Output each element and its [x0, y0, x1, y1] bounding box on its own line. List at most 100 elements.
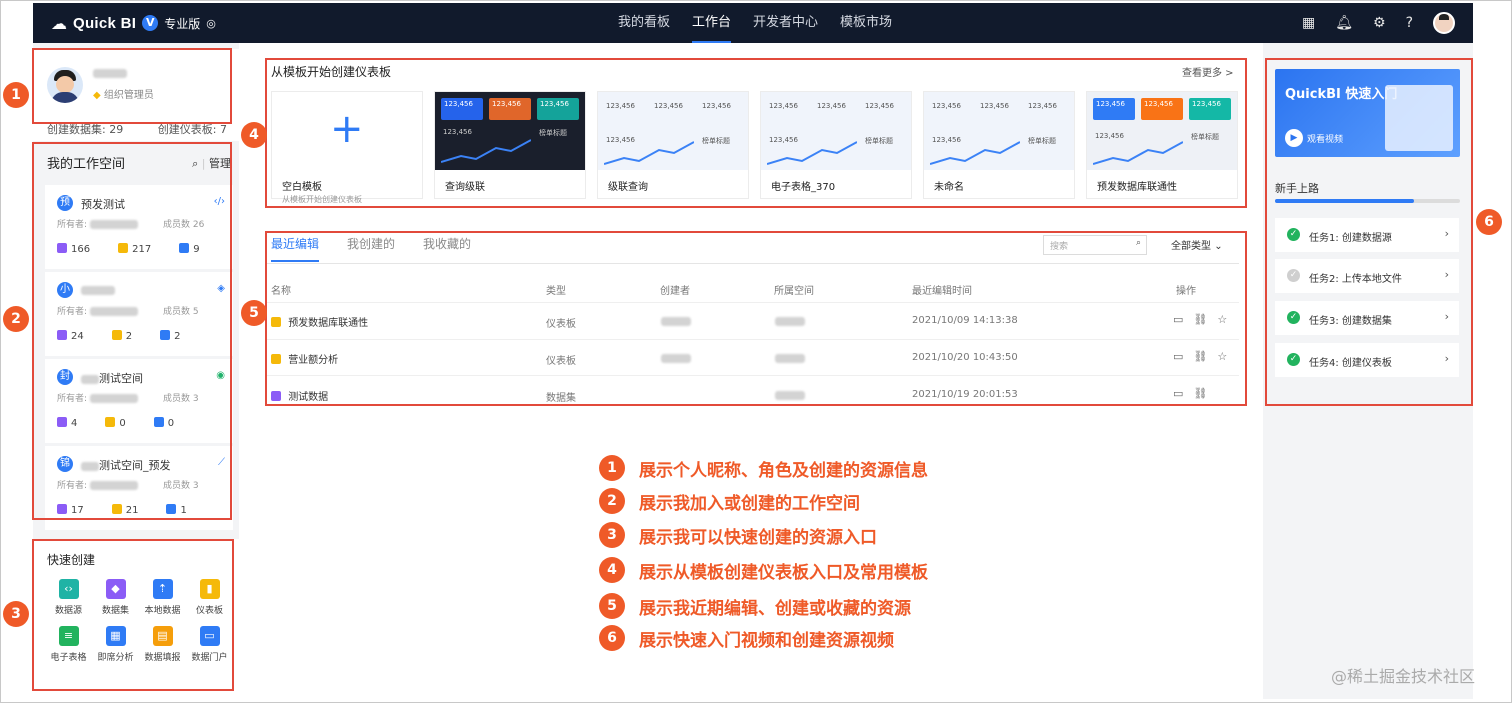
preview-icon[interactable]: ▭: [1173, 313, 1183, 326]
quick-create-dataset[interactable]: ◆ 数据集: [92, 579, 139, 616]
template-card[interactable]: 123,456 123,456 123,456 123,456 榜单标题 级联查…: [597, 91, 749, 199]
view-more-link[interactable]: 查看更多 >: [1182, 64, 1234, 79]
members-label: 成员数: [163, 481, 191, 491]
thumb-tile: 123,456: [441, 98, 483, 120]
nav-my-boards[interactable]: 我的看板: [618, 3, 670, 43]
table-row-name[interactable]: 预发数据库联通性: [271, 314, 368, 329]
tab-recent-edit[interactable]: 最近编辑: [271, 235, 320, 262]
row-time: 2021/10/20 10:43:50: [912, 352, 1018, 363]
right-column: QuickBI 快速入门 ▶ 观看视频 新手上路 ✓ 任务1: 创建数据源 › …: [1263, 43, 1473, 699]
preview-icon[interactable]: ▭: [1173, 387, 1183, 400]
template-card[interactable]: 123,456 123,456 123,456 123,456 榜单标题 未命名: [923, 91, 1075, 199]
chevron-right-icon: ›: [1444, 310, 1449, 323]
dashboard-count-item: 2: [111, 330, 132, 342]
user-avatar[interactable]: [1433, 12, 1455, 34]
members-count: 26: [192, 220, 205, 230]
bar-chart-icon: ▮: [199, 579, 220, 599]
quick-create-adhoc[interactable]: ▦ 即席分析: [92, 626, 139, 663]
row-name: 预发数据库联通性: [288, 318, 369, 329]
bell-icon[interactable]: 🔔︎: [1335, 15, 1353, 31]
quick-create-spreadsheet[interactable]: ≡ 电子表格: [45, 626, 92, 663]
template-card[interactable]: 123,456 123,456 123,456 123,456 榜单标题 查询级…: [434, 91, 586, 199]
quick-create-label: 数据源: [54, 606, 82, 616]
row-type: 仪表板: [546, 356, 576, 367]
star-icon[interactable]: ☆: [1217, 313, 1227, 326]
link-icon[interactable]: ⛓: [1193, 350, 1207, 363]
search-input[interactable]: 搜索 ⌕: [1043, 235, 1147, 255]
quick-create-dashboard[interactable]: ▮ 仪表板: [186, 579, 233, 616]
annotation-marker: 1: [3, 82, 29, 108]
gear-icon[interactable]: ⚙: [1373, 15, 1386, 31]
dataset-count-value: 4: [71, 418, 78, 429]
search-placeholder: 搜索: [1050, 242, 1069, 252]
task-item[interactable]: ✓ 任务1: 创建数据源 ›: [1275, 218, 1459, 252]
quick-create-label: 仪表板: [195, 606, 223, 616]
link-icon[interactable]: ⛓: [1193, 387, 1207, 400]
logo[interactable]: ☁ Quick BI V 专业版 ◎: [51, 11, 216, 35]
owner-row: 所有者:: [57, 304, 138, 317]
members-row: 成员数 3: [163, 478, 199, 491]
workspace-card[interactable]: 锦 测试空间_预发 ⟋ 所有者: 成员数 3 17 21 1: [45, 446, 233, 530]
workspace-card[interactable]: 预 预发测试 ‹/› 所有者: 成员数 26 166 217 9: [45, 185, 233, 269]
brand-name: Quick BI: [73, 14, 137, 32]
chevron-right-icon: ›: [1444, 227, 1449, 240]
quick-create-datasource[interactable]: ‹› 数据源: [45, 579, 92, 616]
portal-icon: [160, 330, 171, 340]
nav-workbench[interactable]: 工作台: [692, 3, 732, 43]
workspace-card[interactable]: 小 ◈ 所有者: 成员数 5 24 2 2: [45, 272, 233, 356]
nav-template-market[interactable]: 模板市场: [840, 3, 892, 43]
template-blank[interactable]: + 空白模板 从模板开始创建仪表板: [271, 91, 423, 204]
screenshot-frame: ☁ Quick BI V 专业版 ◎ 我的看板 工作台 开发者中心 模板市场 ▦…: [0, 0, 1512, 703]
thumb-tile: 123,456: [1093, 98, 1135, 120]
dashboard-count-item: 217: [118, 243, 151, 255]
task-item[interactable]: ✓ 任务2: 上传本地文件 ›: [1275, 259, 1459, 293]
quick-create-form[interactable]: ▤ 数据填报: [139, 626, 186, 663]
dataset-count-item: 4: [57, 417, 77, 429]
template-card[interactable]: 123,456 123,456 123,456 123,456 榜单标题 预发数…: [1086, 91, 1238, 199]
share-icon: ◈: [217, 283, 225, 294]
preview-icon[interactable]: ▭: [1173, 350, 1183, 363]
template-card[interactable]: 123,456 123,456 123,456 123,456 榜单标题 电子表…: [760, 91, 912, 199]
row-actions: ▭ ⛓ ☆: [1173, 350, 1227, 363]
col-name: 名称: [271, 286, 291, 297]
type-filter[interactable]: 全部类型 ⌄: [1171, 237, 1223, 252]
thumb-line-chart: [1093, 141, 1183, 165]
nav-developer-center[interactable]: 开发者中心: [753, 3, 818, 43]
tab-created[interactable]: 我创建的: [347, 235, 395, 262]
quick-create-local-data[interactable]: ⇡ 本地数据: [139, 579, 186, 616]
search-icon[interactable]: ⌕: [1136, 238, 1141, 248]
search-icon[interactable]: ⌕: [192, 157, 198, 170]
task-item[interactable]: ✓ 任务3: 创建数据集 ›: [1275, 301, 1459, 335]
apps-grid-icon[interactable]: ▦: [1302, 15, 1315, 31]
manage-link[interactable]: 管理: [209, 157, 231, 170]
workspace-badge: 锦: [57, 456, 73, 472]
quick-create-portal[interactable]: ▭ 数据门户: [186, 626, 233, 663]
table-row-name[interactable]: 测试数据: [271, 388, 328, 403]
task-item[interactable]: ✓ 任务4: 创建仪表板 ›: [1275, 343, 1459, 377]
tab-favorites[interactable]: 我收藏的: [423, 235, 471, 262]
upload-icon: ⇡: [152, 579, 173, 599]
thumb-line-chart: [441, 139, 531, 163]
members-label: 成员数: [163, 220, 191, 230]
row-name: 测试数据: [288, 392, 329, 403]
help-icon[interactable]: ?: [1406, 15, 1413, 31]
quick-start-banner[interactable]: QuickBI 快速入门 ▶ 观看视频: [1275, 69, 1460, 157]
thumb-tag: 榜单标题: [539, 129, 567, 137]
link-icon[interactable]: ⛓: [1193, 313, 1207, 326]
table-row-name[interactable]: 营业额分析: [271, 351, 338, 366]
members-row: 成员数 3: [163, 391, 199, 404]
template-thumb: 123,456 123,456 123,456 123,456 榜单标题: [761, 92, 911, 170]
template-thumb: 123,456 123,456 123,456 123,456 榜单标题: [598, 92, 748, 170]
nickname-redacted: [93, 69, 127, 78]
workspace-card[interactable]: 封 测试空间 ◉ 所有者: 成员数 3 4 0 0: [45, 359, 233, 443]
workspace-title: 我的工作空间: [47, 157, 126, 172]
play-icon[interactable]: ▶: [1285, 129, 1303, 147]
watch-video-label: 观看视频: [1307, 135, 1344, 145]
members-label: 成员数: [163, 307, 191, 317]
dataset-icon: [57, 417, 67, 427]
dataset-icon: [57, 504, 67, 514]
chevron-right-icon: ›: [1444, 352, 1449, 365]
star-icon[interactable]: ☆: [1217, 350, 1227, 363]
thumb-value: 123,456: [980, 102, 1009, 110]
dashboard-icon: [271, 354, 281, 364]
